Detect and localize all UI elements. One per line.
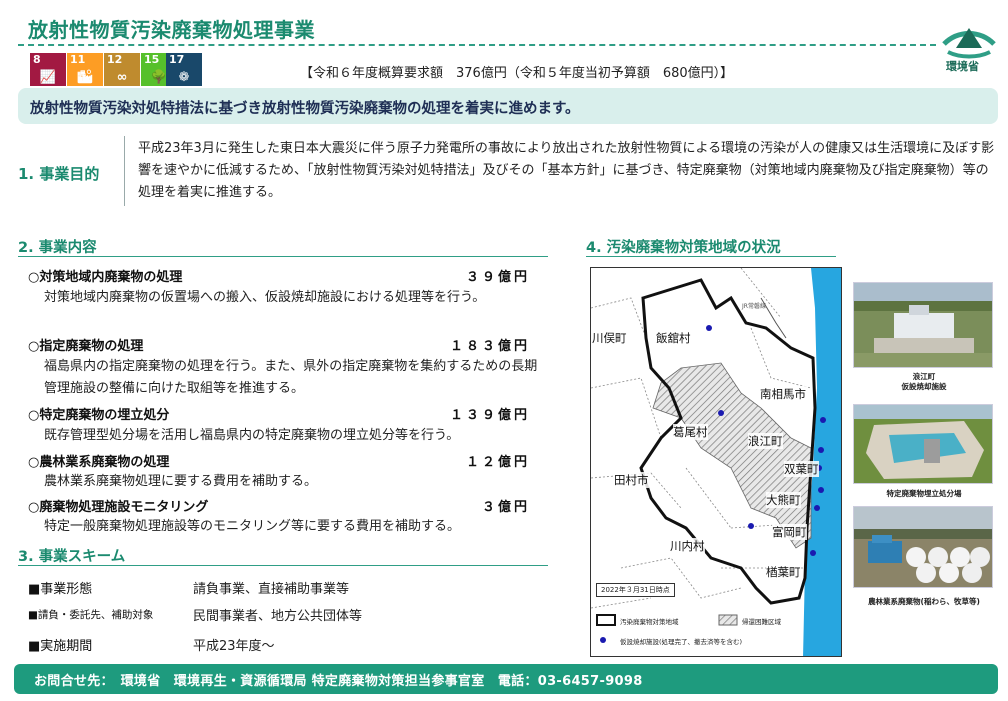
sdg-glyph: 📈 [39,70,57,85]
map-date-stamp: 2022年３月31日時点 [596,583,675,597]
map-label-jr: JR常磐線 [742,303,766,310]
item-description: 特定一般廃棄物処理施設等のモニタリング等に要する費用を補助する。 [44,519,461,534]
contents-heading: 2. 事業内容 [18,240,97,256]
ministry-name: 環境省 [946,60,979,73]
item-amount: １３９億円 [449,408,530,423]
sdg-number: 8 [33,53,41,66]
sdg-glyph: ∞ [116,70,128,85]
item-amount: １２億円 [465,455,530,470]
purpose-divider [124,136,125,206]
sdg-8-icon: 8 📈 [30,53,66,86]
sdg-number: 15 [144,53,160,66]
page-title: 放射性物質汚染廃棄物処理事業 [28,18,315,42]
map-label-iitate: 飯舘村 [656,330,691,346]
item-description: 農林業系廃棄物処理に要する費用を補助する。 [44,474,318,489]
photo-caption: 農林業系廃棄物(稲わら、牧草等) [868,597,980,606]
scheme-value: 平成23年度～ [193,639,275,654]
photo-caption: 浪江町 仮設焼却施設 [846,372,1002,392]
map-label-minamisoma: 南相馬市 [760,386,806,402]
title-divider [18,44,936,46]
item-title: ○特定廃棄物の埋立処分 [28,408,170,423]
legend-area-swatch [596,614,616,626]
scheme-value: 民間事業者、地方公共団体等 [193,609,363,624]
item-amount: ３９億円 [465,270,530,285]
scheme-divider [18,565,548,566]
scheme-heading: 3. 事業スキーム [18,549,126,565]
sdg-number: 17 [169,53,185,66]
legend-area-label: 汚染廃棄物対策地域 [620,618,679,626]
scheme-label: ■実施期間 [28,639,93,654]
map-label-naraha: 楢葉町 [766,564,801,580]
map-label-tomioka: 富岡町 [772,524,807,540]
summary-banner-text: 放射性物質汚染対処特措法に基づき放射性物質汚染廃棄物の処理を着実に進めます。 [30,101,580,117]
photo-caption: 特定廃棄物埋立処分場 [886,489,962,498]
budget-summary: 【令和６年度概算要求額 376億円（令和５年度当初予算額 680億円）】 [300,66,734,81]
agricultural-waste-photo [853,506,993,588]
scheme-label: ■事業形態 [28,582,93,597]
sdg-number: 12 [107,53,123,66]
item-title: ○廃棄物処理施設モニタリング [28,500,209,515]
scheme-value: 請負事業、直接補助事業等 [193,582,350,597]
item-title: ○農林業系廃棄物の処理 [28,455,170,470]
purpose-heading: 1. 事業目的 [18,165,100,183]
item-amount: １８３億円 [449,339,530,354]
incineration-facility-photo [853,282,993,368]
item-title: ○指定廃棄物の処理 [28,339,144,354]
sdg-number: 11 [70,53,86,66]
sdg-12-icon: 12 ∞ [104,53,140,86]
map-label-tamura: 田村市 [614,472,649,488]
map-label-futaba: 双葉町 [784,461,819,477]
item-description: 福島県内の指定廃棄物の処理を行う。また、県外の指定廃棄物を集約するための長期管理… [44,359,538,396]
legend-facility-label: 仮設焼却施設(処理完了、撤去済等を含む) [620,638,743,646]
map-label-kawauchi: 川内村 [670,538,705,554]
legend-facility-swatch [600,637,606,643]
photo-caption-text: 浪江町 仮設焼却施設 [901,372,947,391]
sdg-17-icon: 17 ❁ [166,53,202,86]
sdg-glyph: ❁ [178,70,190,85]
item-title: ○対策地域内廃棄物の処理 [28,270,183,285]
item-description: 対策地域内廃棄物の仮置場への搬入、仮設焼却施設における処理等を行う。 [44,290,486,305]
purpose-text: 平成23年3月に発生した東日本大震災に伴う原子力発電所の事故により放出された放射… [138,141,995,200]
landfill-photo [853,404,993,484]
map-label-namie: 浪江町 [748,433,783,449]
contents-divider [18,256,548,257]
map-label-kawamata: 川俣町 [592,330,627,346]
contact-text: お問合せ先： 環境省 環境再生・資源循環局 特定廃棄物対策担当参事官室 電話：0… [34,674,643,689]
legend-restricted-swatch [718,614,738,626]
sdg-glyph: 🏙 [76,70,94,85]
map-label-katsurao: 葛尾村 [673,424,708,440]
map-divider [586,256,836,257]
item-description: 既存管理型処分場を活用し福島県内の特定廃棄物の埋立処分等を行う。 [44,428,460,443]
scheme-label: ■請負・委託先、補助対象 [28,609,154,621]
legend-restricted-label: 帰還困難区域 [742,618,781,626]
map-label-okuma: 大熊町 [766,492,801,508]
item-amount: ３億円 [481,500,530,515]
sdg-11-icon: 11 🏙 [67,53,103,86]
map-heading: 4. 汚染廃棄物対策地域の状況 [586,240,781,256]
